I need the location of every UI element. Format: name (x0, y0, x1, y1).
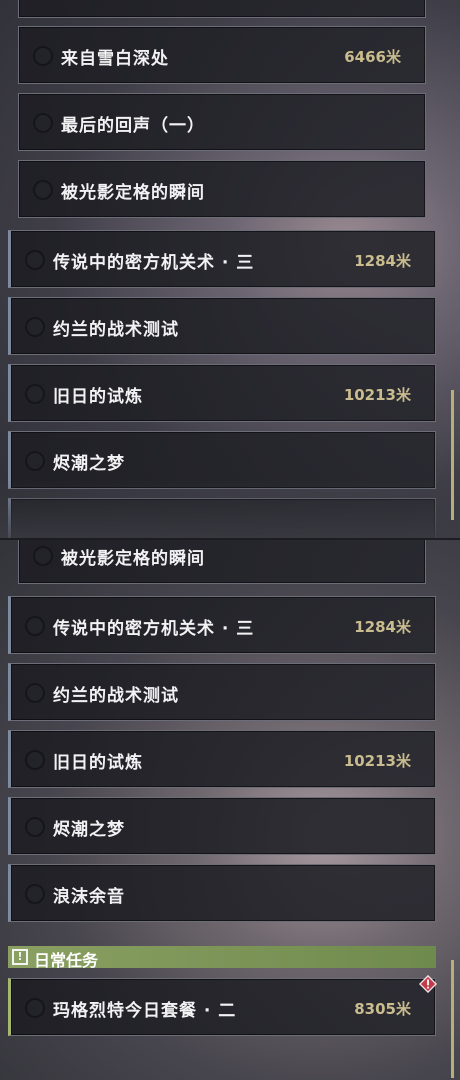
quest-name: 来自雪白深处 (61, 49, 169, 69)
quest-distance: 10213米 (343, 386, 411, 404)
quest-item[interactable]: 来自雪白深处 6466米 (18, 26, 426, 84)
track-radio-icon[interactable] (25, 317, 45, 337)
quest-distance: 6466米 (344, 48, 401, 66)
quest-name: 约兰的战术测试 (53, 320, 179, 340)
quest-name: 传说中的密方机关术 · 三 (53, 253, 255, 273)
quest-distance: 1284米 (354, 618, 411, 636)
track-radio-icon[interactable] (33, 113, 53, 133)
quest-item[interactable]: 最后的回声（一） (18, 93, 426, 151)
quest-distance: 1284米 (354, 252, 411, 270)
quest-item[interactable]: 传说中的密方机关术 · 三 1284米 (8, 596, 436, 654)
quest-distance: 10213米 (343, 752, 411, 770)
quest-distance: 8305米 (354, 1000, 411, 1018)
quest-item[interactable]: 浪沫余音 (8, 864, 436, 922)
list-fade (0, 480, 460, 540)
quest-list-panel-top: 来自雪白深处 6466米 最后的回声（一） 被光影定格的瞬间 传说中的密方机关术… (0, 0, 460, 540)
track-radio-icon[interactable] (25, 616, 45, 636)
quest-name: 烬潮之梦 (53, 454, 125, 474)
quest-item[interactable]: 约兰的战术测试 (8, 297, 436, 355)
quest-item[interactable]: 被光影定格的瞬间 (18, 160, 426, 218)
track-radio-icon[interactable] (25, 884, 45, 904)
exclamation-icon: ! (12, 949, 28, 965)
quest-name: 被光影定格的瞬间 (61, 549, 205, 569)
quest-name: 旧日的试炼 (53, 387, 143, 407)
alert-diamond-icon (419, 975, 437, 993)
track-radio-icon[interactable] (33, 46, 53, 66)
track-radio-icon[interactable] (25, 451, 45, 471)
quest-name: 最后的回声（一） (61, 116, 205, 136)
quest-name: 烬潮之梦 (53, 820, 125, 840)
quest-name: 旧日的试炼 (53, 753, 143, 773)
quest-item[interactable]: 传说中的密方机关术 · 三 1284米 (8, 230, 436, 288)
scrollbar[interactable] (451, 390, 454, 520)
daily-quests-header[interactable]: ! 日常任务 (8, 946, 436, 970)
quest-name: 被光影定格的瞬间 (61, 183, 205, 203)
track-radio-icon[interactable] (33, 546, 53, 566)
track-radio-icon[interactable] (25, 250, 45, 270)
track-radio-icon[interactable] (25, 750, 45, 770)
quest-name: 约兰的战术测试 (53, 686, 179, 706)
quest-item-partial[interactable] (18, 0, 426, 18)
daily-quest-item[interactable]: 玛格烈特今日套餐 · 二 8305米 (8, 975, 437, 1036)
quest-item[interactable]: 旧日的试炼 10213米 (8, 730, 436, 788)
quest-item[interactable]: 烬潮之梦 (8, 797, 436, 855)
scrollbar[interactable] (451, 960, 454, 1078)
track-radio-icon[interactable] (25, 384, 45, 404)
quest-item[interactable]: 被光影定格的瞬间 (18, 540, 426, 584)
section-title: 日常任务 (34, 951, 99, 970)
quest-name: 玛格烈特今日套餐 · 二 (53, 1001, 237, 1021)
quest-item[interactable]: 约兰的战术测试 (8, 663, 436, 721)
track-radio-icon[interactable] (25, 817, 45, 837)
quest-name: 浪沫余音 (53, 887, 125, 907)
track-radio-icon[interactable] (25, 683, 45, 703)
quest-item[interactable]: 旧日的试炼 10213米 (8, 364, 436, 422)
quest-name: 传说中的密方机关术 · 三 (53, 619, 255, 639)
track-radio-icon[interactable] (25, 998, 45, 1018)
track-radio-icon[interactable] (33, 180, 53, 200)
